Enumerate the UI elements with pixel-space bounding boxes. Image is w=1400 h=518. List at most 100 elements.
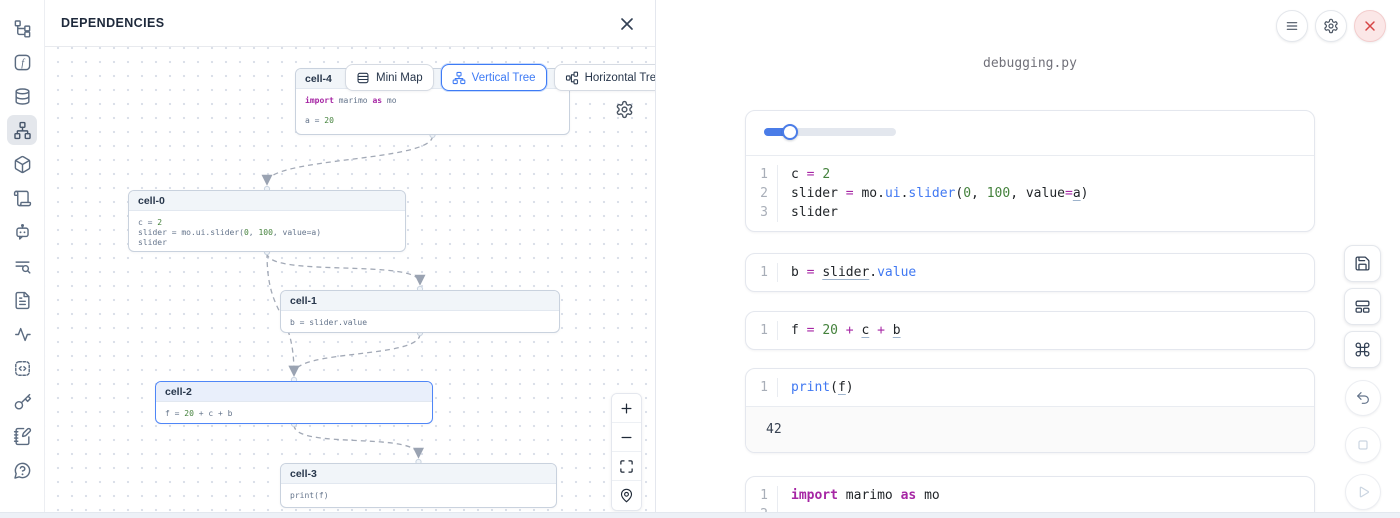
shutdown-button[interactable] bbox=[1354, 10, 1386, 42]
dependencies-panel-header: DEPENDENCIES bbox=[45, 0, 655, 47]
notebook-menu-button[interactable] bbox=[1276, 10, 1308, 42]
code-token: mo. bbox=[854, 186, 885, 201]
run-cells-button[interactable] bbox=[1345, 474, 1381, 510]
notebook-pen-icon bbox=[13, 427, 32, 446]
sidebar-item-packages[interactable] bbox=[7, 149, 37, 179]
dependency-graph-canvas[interactable]: Mini Map Vertical Tree Horizontal Tree cel… bbox=[45, 47, 655, 512]
database-icon bbox=[13, 87, 32, 106]
sidebar-item-dependency-graph[interactable] bbox=[7, 115, 37, 145]
fit-view-icon bbox=[619, 459, 634, 474]
cell-output: 42 bbox=[746, 406, 1314, 452]
graph-settings-button[interactable] bbox=[615, 100, 634, 119]
graph-code-line: slider = mo.ui.slider(0, 100, value=a) bbox=[138, 228, 396, 238]
code-token: ( bbox=[830, 380, 838, 395]
graph-node-cell-3[interactable]: cell-3print(f) bbox=[280, 463, 557, 508]
sidebar-item-logs[interactable] bbox=[7, 183, 37, 213]
file-tree-icon bbox=[13, 19, 32, 38]
code-line: 2slider = mo.ui.slider(0, 100, value=a) bbox=[746, 184, 1314, 203]
line-number: 1 bbox=[746, 378, 778, 397]
key-icon bbox=[13, 393, 32, 412]
sidebar-item-datasources[interactable] bbox=[7, 81, 37, 111]
graph-toolbar-horizontal-tree-button[interactable]: Horizontal Tree bbox=[554, 64, 655, 91]
graph-node-code: c = 2slider = mo.ui.slider(0, 100, value… bbox=[129, 211, 405, 252]
code-token: b = slider.value bbox=[290, 318, 367, 327]
notebook-settings-icon bbox=[1323, 18, 1339, 34]
code-token: slider bbox=[791, 205, 838, 220]
sidebar-item-file-explorer[interactable] bbox=[7, 13, 37, 43]
code-token: + c + b bbox=[194, 409, 233, 418]
fit-view-button[interactable] bbox=[612, 452, 641, 481]
code-token: as bbox=[372, 96, 382, 105]
graph-zoom-controls bbox=[611, 393, 642, 511]
list-search-icon bbox=[13, 257, 32, 276]
horizontal-tree-icon bbox=[565, 71, 579, 85]
sidebar-item-documentation[interactable] bbox=[7, 285, 37, 315]
code-token: print(f) bbox=[290, 491, 329, 500]
graph-node-cell-1[interactable]: cell-1b = slider.value bbox=[280, 290, 560, 333]
graph-code-line: slider bbox=[138, 238, 396, 248]
sidebar-item-help[interactable] bbox=[7, 455, 37, 485]
graph-toolbar-vertical-tree-button[interactable]: Vertical Tree bbox=[441, 64, 547, 91]
mini-map-label: Mini Map bbox=[376, 72, 423, 84]
sidebar-item-variables[interactable]: f bbox=[7, 47, 37, 77]
code-token: = bbox=[1065, 186, 1073, 201]
code-token: slider bbox=[138, 238, 167, 247]
slider-handle[interactable] bbox=[782, 124, 798, 140]
graph-node-cell-2[interactable]: cell-2f = 20 + c + b bbox=[155, 381, 433, 424]
sidebar-item-secrets[interactable] bbox=[7, 387, 37, 417]
code-token: a bbox=[1073, 186, 1081, 201]
line-number: 1 bbox=[746, 486, 778, 505]
command-palette-button[interactable] bbox=[1344, 331, 1381, 368]
code-token: 2 bbox=[157, 218, 162, 227]
code-token: ui bbox=[885, 186, 901, 201]
sidebar-item-tracing[interactable] bbox=[7, 319, 37, 349]
code-editor[interactable]: 1c = 22slider = mo.ui.slider(0, 100, val… bbox=[746, 156, 1314, 231]
activity-icon bbox=[13, 325, 32, 344]
code-editor[interactable]: 1f = 20 + c + b bbox=[746, 312, 1314, 349]
close-panel-button[interactable] bbox=[617, 14, 637, 34]
code-content: c = 2 bbox=[778, 167, 830, 182]
code-line: 3slider bbox=[746, 203, 1314, 222]
graph-code-line bbox=[305, 106, 560, 116]
code-token: marimo bbox=[334, 96, 373, 105]
bot-icon bbox=[13, 223, 32, 242]
graph-toolbar-mini-map-button[interactable]: Mini Map bbox=[345, 64, 434, 91]
graph-node-cell-0[interactable]: cell-0c = 2slider = mo.ui.slider(0, 100,… bbox=[128, 190, 406, 252]
layout-toggle-button[interactable] bbox=[1344, 288, 1381, 325]
zoom-out-button[interactable] bbox=[612, 423, 641, 452]
notebook-side-actions bbox=[1344, 245, 1382, 518]
code-content: import marimo as mo bbox=[778, 488, 940, 503]
sidebar-rail: f bbox=[0, 0, 45, 518]
file-text-icon bbox=[13, 291, 32, 310]
undo-icon bbox=[1355, 390, 1371, 406]
stop-kernel-button[interactable] bbox=[1345, 427, 1381, 463]
code-editor[interactable]: 1print(f) bbox=[746, 369, 1314, 406]
code-token: b bbox=[893, 323, 901, 338]
cell-output-area bbox=[746, 111, 1314, 156]
sidebar-item-snippets[interactable] bbox=[7, 353, 37, 383]
undo-button[interactable] bbox=[1345, 380, 1381, 416]
line-number: 2 bbox=[746, 184, 778, 203]
notebook-settings-button[interactable] bbox=[1315, 10, 1347, 42]
locate-cell-button[interactable] bbox=[612, 481, 641, 510]
zoom-in-button[interactable] bbox=[612, 394, 641, 423]
code-content: b = slider.value bbox=[778, 265, 916, 280]
code-token: = bbox=[846, 186, 854, 201]
sidebar-item-ai-chat[interactable] bbox=[7, 217, 37, 247]
code-content: slider = mo.ui.slider(0, 100, value=a) bbox=[778, 186, 1088, 201]
line-number: 1 bbox=[746, 165, 778, 184]
code-editor[interactable]: 1b = slider.value bbox=[746, 254, 1314, 291]
function-icon: f bbox=[13, 53, 32, 72]
code-token: . bbox=[869, 265, 877, 280]
code-token: ) bbox=[846, 380, 854, 395]
save-notebook-button[interactable] bbox=[1344, 245, 1381, 282]
sidebar-item-scratchpad[interactable] bbox=[7, 421, 37, 451]
graph-code-line: import marimo as mo bbox=[305, 96, 560, 106]
zoom-in-icon bbox=[619, 401, 634, 416]
code-token: f bbox=[791, 323, 807, 338]
code-token: value bbox=[877, 265, 916, 280]
slider[interactable] bbox=[764, 128, 896, 136]
code-token: f = bbox=[165, 409, 184, 418]
code-token: , bbox=[971, 186, 987, 201]
sidebar-item-search-list[interactable] bbox=[7, 251, 37, 281]
